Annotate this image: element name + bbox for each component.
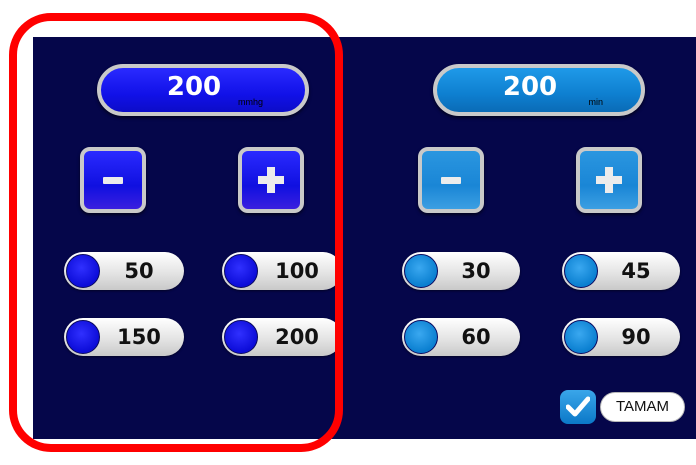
minus-icon [103,176,123,184]
preset-label: 100 [275,259,319,283]
toggle-knob-icon [404,320,438,354]
toggle-knob-icon [66,320,100,354]
preset-label: 200 [275,325,319,349]
pressure-unit: mmhg [237,97,263,107]
pressure-preset-100[interactable]: 100 [222,252,342,290]
preset-label: 30 [461,259,491,283]
check-icon[interactable] [560,390,596,424]
time-preset-90[interactable]: 90 [562,318,680,356]
minus-icon [441,176,461,184]
confirm-label[interactable]: TAMAM [600,392,685,422]
toggle-knob-icon [564,254,598,288]
plus-icon [258,167,284,193]
pressure-increase-button[interactable] [238,147,304,213]
toggle-knob-icon [66,254,100,288]
pressure-preset-200[interactable]: 200 [222,318,342,356]
pressure-preset-50[interactable]: 50 [64,252,184,290]
time-decrease-button[interactable] [418,147,484,213]
time-display: 200 min [433,64,645,116]
toggle-knob-icon [404,254,438,288]
plus-icon [596,167,622,193]
time-preset-30[interactable]: 30 [402,252,520,290]
preset-label: 90 [621,325,651,349]
time-preset-45[interactable]: 45 [562,252,680,290]
time-increase-button[interactable] [576,147,642,213]
preset-label: 45 [621,259,651,283]
pressure-decrease-button[interactable] [80,147,146,213]
time-unit: min [588,97,603,107]
preset-label: 60 [461,325,491,349]
pressure-value: 200 [166,72,222,102]
confirm-button[interactable]: TAMAM [560,390,685,424]
preset-label: 150 [117,325,161,349]
toggle-knob-icon [564,320,598,354]
preset-label: 50 [124,259,154,283]
time-preset-60[interactable]: 60 [402,318,520,356]
toggle-knob-icon [224,320,258,354]
time-value: 200 [502,72,558,102]
toggle-knob-icon [224,254,258,288]
pressure-preset-150[interactable]: 150 [64,318,184,356]
pressure-display: 200 mmhg [97,64,309,116]
